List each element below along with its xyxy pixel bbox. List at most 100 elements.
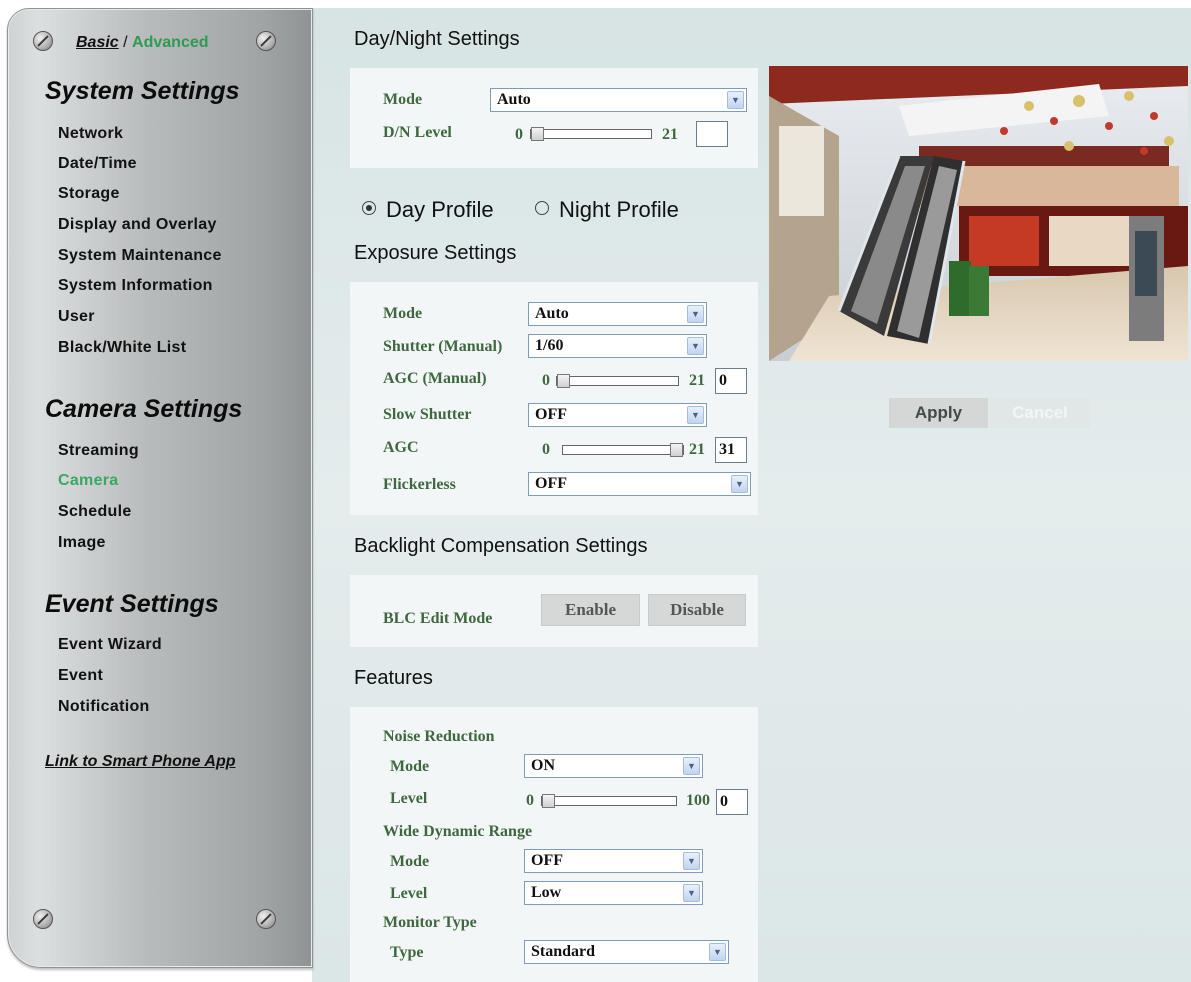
nav-item-display-overlay[interactable]: Display and Overlay (58, 216, 217, 234)
preview-scene (769, 66, 1188, 361)
chevron-down-icon: ▼ (709, 943, 726, 961)
nav-item-event[interactable]: Event (58, 667, 103, 685)
nav-item-system-maintenance[interactable]: System Maintenance (58, 247, 222, 265)
wdr-level-label: Level (390, 885, 428, 902)
night-profile-label: Night Profile (559, 197, 679, 222)
nav-item-user[interactable]: User (58, 308, 95, 326)
nav-item-black-white-list[interactable]: Black/White List (58, 339, 186, 357)
slider-thumb[interactable] (542, 794, 555, 808)
flickerless-select[interactable]: OFF ▼ (528, 472, 751, 496)
basic-mode-link[interactable]: Basic (76, 34, 119, 51)
dn-level-max: 21 (662, 126, 678, 143)
monitor-type-value: Standard (531, 943, 596, 960)
day-night-panel (350, 68, 758, 168)
day-profile-option[interactable]: Day Profile (362, 197, 494, 223)
flickerless-value: OFF (535, 475, 567, 492)
event-settings-heading: Event Settings (45, 590, 219, 618)
nav-item-network[interactable]: Network (58, 125, 123, 143)
dn-level-min: 0 (515, 126, 523, 143)
nav-item-system-information[interactable]: System Information (58, 277, 213, 295)
nav-item-date-time[interactable]: Date/Time (58, 155, 137, 173)
cancel-button[interactable]: Cancel (990, 398, 1090, 428)
chevron-down-icon: ▼ (683, 852, 700, 870)
nr-mode-value: ON (531, 757, 555, 774)
agc-slider[interactable] (562, 443, 684, 457)
slow-shutter-label: Slow Shutter (383, 406, 472, 423)
exposure-title: Exposure Settings (354, 242, 517, 264)
wdr-heading: Wide Dynamic Range (383, 823, 533, 840)
dn-level-slider[interactable] (530, 127, 652, 141)
nr-mode-label: Mode (390, 758, 430, 775)
nr-level-min: 0 (526, 792, 534, 809)
slider-thumb[interactable] (670, 443, 683, 457)
chevron-down-icon: ▼ (683, 757, 700, 775)
backlight-title: Backlight Compensation Settings (354, 535, 648, 557)
blc-enable-button[interactable]: Enable (541, 594, 640, 626)
agc-manual-min: 0 (542, 372, 550, 389)
mode-switch: Basic / Advanced (76, 34, 209, 52)
exp-mode-value: Auto (535, 305, 569, 322)
dn-mode-label: Mode (383, 91, 423, 108)
agc-max: 21 (689, 441, 705, 458)
monitor-type-heading: Monitor Type (383, 914, 477, 931)
slow-shutter-select[interactable]: OFF ▼ (528, 403, 707, 427)
slider-thumb[interactable] (531, 127, 544, 141)
chevron-down-icon: ▼ (687, 406, 704, 424)
slider-thumb[interactable] (557, 374, 570, 388)
agc-manual-max: 21 (689, 372, 705, 389)
noise-reduction-heading: Noise Reduction (383, 728, 495, 745)
day-profile-label: Day Profile (386, 197, 494, 222)
wdr-mode-label: Mode (390, 853, 430, 870)
nav-item-image[interactable]: Image (58, 534, 106, 552)
smart-phone-app-link[interactable]: Link to Smart Phone App (45, 753, 236, 771)
screw-icon (256, 909, 276, 929)
apply-button[interactable]: Apply (889, 398, 988, 428)
chevron-down-icon: ▼ (727, 91, 744, 109)
monitor-type-label: Type (390, 944, 424, 961)
nr-level-max: 100 (686, 792, 710, 809)
agc-min: 0 (542, 441, 550, 458)
chevron-down-icon: ▼ (687, 337, 704, 355)
nav-item-event-wizard[interactable]: Event Wizard (58, 636, 162, 654)
radio-icon[interactable] (362, 201, 376, 215)
chevron-down-icon: ▼ (731, 475, 748, 493)
exp-mode-select[interactable]: Auto ▼ (528, 302, 707, 326)
nr-mode-select[interactable]: ON ▼ (524, 754, 703, 778)
camera-settings-heading: Camera Settings (45, 395, 243, 423)
dn-mode-value: Auto (497, 91, 531, 108)
nav-item-camera[interactable]: Camera (58, 472, 119, 490)
agc-label: AGC (383, 439, 419, 456)
nav-item-streaming[interactable]: Streaming (58, 442, 139, 460)
exp-mode-label: Mode (383, 305, 423, 322)
nr-level-input[interactable]: 0 (716, 789, 748, 815)
wdr-level-select[interactable]: Low ▼ (524, 881, 703, 905)
dn-level-label: D/N Level (383, 124, 452, 141)
agc-input[interactable]: 31 (715, 437, 747, 463)
day-night-title: Day/Night Settings (354, 28, 520, 50)
advanced-mode-link[interactable]: Advanced (132, 34, 208, 51)
system-settings-heading: System Settings (45, 77, 240, 105)
agc-manual-slider[interactable] (556, 374, 679, 388)
shutter-select[interactable]: 1/60 ▼ (528, 334, 707, 358)
nav-item-schedule[interactable]: Schedule (58, 503, 132, 521)
monitor-type-select[interactable]: Standard ▼ (524, 940, 729, 964)
agc-manual-input[interactable]: 0 (715, 368, 747, 394)
screw-icon (33, 909, 53, 929)
slow-shutter-value: OFF (535, 406, 567, 423)
wdr-level-value: Low (531, 884, 562, 901)
night-profile-option[interactable]: Night Profile (535, 197, 679, 223)
dn-level-input[interactable] (696, 121, 728, 147)
radio-icon[interactable] (535, 201, 549, 215)
nav-item-storage[interactable]: Storage (58, 185, 120, 203)
blc-disable-button[interactable]: Disable (648, 594, 746, 626)
nr-level-slider[interactable] (541, 794, 677, 808)
mode-separator: / (118, 34, 133, 51)
nav-item-notification[interactable]: Notification (58, 698, 150, 716)
dn-mode-select[interactable]: Auto ▼ (490, 88, 747, 112)
wdr-mode-value: OFF (531, 852, 563, 869)
camera-preview-image (769, 66, 1188, 361)
features-title: Features (354, 667, 433, 689)
screw-icon (256, 31, 276, 51)
wdr-mode-select[interactable]: OFF ▼ (524, 849, 703, 873)
shutter-value: 1/60 (535, 337, 564, 354)
